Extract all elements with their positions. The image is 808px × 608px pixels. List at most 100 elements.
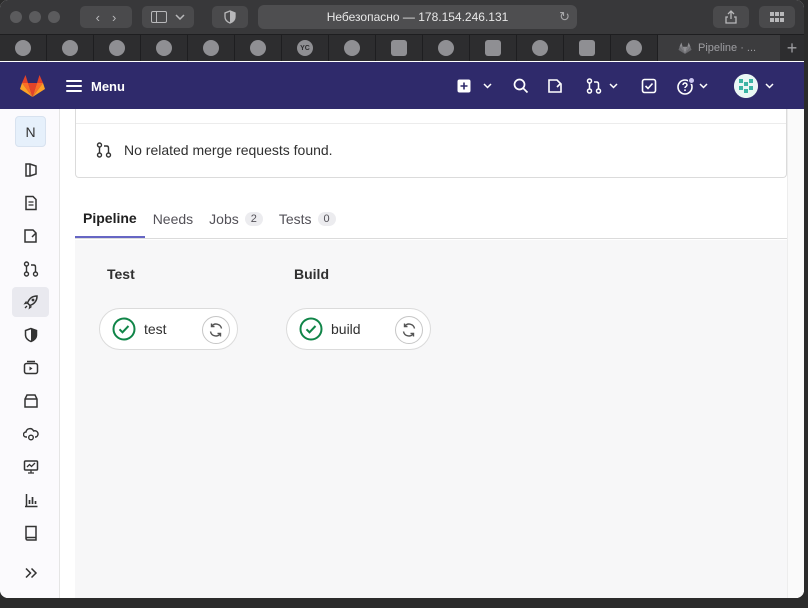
back-icon[interactable]: ‹: [96, 10, 100, 25]
tab-favicon[interactable]: [188, 35, 235, 61]
tab-bar: YC Pipeline · ... +: [0, 34, 804, 61]
project-overview-icon: [24, 163, 37, 177]
job-name: build: [331, 321, 361, 337]
sidebar-item-security[interactable]: [12, 320, 49, 350]
tab-favicon[interactable]: YC: [282, 35, 329, 61]
sidebar-item-wiki[interactable]: [12, 518, 49, 548]
status-success-icon: [112, 317, 136, 341]
tab-jobs[interactable]: Jobs 2: [201, 200, 271, 238]
tab-overview-button[interactable]: [759, 6, 795, 28]
repository-icon: [24, 195, 37, 211]
tab-favicon[interactable]: [376, 35, 423, 61]
gitlab-logo[interactable]: [20, 74, 45, 97]
tab-pipeline[interactable]: Pipeline: [75, 200, 145, 238]
rocket-icon: [22, 295, 38, 310]
jobs-count-badge: 2: [244, 212, 263, 226]
gitlab-icon: [678, 42, 692, 54]
sidebar-item-issues[interactable]: [12, 221, 49, 251]
tab-favicon[interactable]: [47, 35, 94, 61]
active-tab[interactable]: Pipeline · ...: [658, 35, 780, 61]
zoom-window-button[interactable]: [48, 11, 60, 23]
double-chevron-right-icon: [24, 567, 37, 579]
hub-icon: [15, 40, 31, 56]
close-window-button[interactable]: [10, 11, 22, 23]
project-sidebar: N: [0, 109, 60, 598]
job-test[interactable]: test: [99, 308, 238, 350]
tab-favicon[interactable]: [611, 35, 658, 61]
retry-job-button[interactable]: [395, 316, 423, 344]
new-tab-button[interactable]: +: [780, 35, 804, 61]
sidebar-item-packages[interactable]: [12, 386, 49, 416]
help-button[interactable]: [677, 76, 708, 96]
issues-icon: [548, 79, 562, 93]
user-avatar[interactable]: [734, 74, 758, 98]
issues-button[interactable]: [547, 76, 563, 96]
collapse-sidebar-button[interactable]: [12, 558, 49, 588]
tab-favicon[interactable]: [423, 35, 470, 61]
sidebar-item-deployments[interactable]: [12, 353, 49, 383]
address-bar[interactable]: Небезопасно — 178.154.246.131 ↻: [258, 5, 577, 29]
tab-needs[interactable]: Needs: [145, 200, 201, 238]
address-text: Небезопасно — 178.154.246.131: [326, 10, 509, 24]
help-icon: [677, 77, 695, 95]
related-mr-message: No related merge requests found.: [96, 142, 333, 158]
forward-icon[interactable]: ›: [112, 10, 116, 25]
chevron-down-icon[interactable]: [765, 83, 774, 89]
card-divider: [76, 123, 786, 124]
related-merge-requests-card: No related merge requests found.: [75, 109, 787, 178]
tab-favicon[interactable]: [94, 35, 141, 61]
tab-label: Jobs: [209, 211, 239, 227]
tab-label: Tests: [278, 211, 312, 227]
stage-title-build: Build: [294, 266, 329, 282]
share-button[interactable]: [713, 6, 749, 28]
tab-label: Needs: [152, 211, 194, 227]
project-avatar[interactable]: N: [15, 116, 46, 147]
tab-favicon[interactable]: [141, 35, 188, 61]
tab-favicon[interactable]: [564, 35, 611, 61]
menu-button[interactable]: Menu: [66, 76, 125, 96]
status-success-icon: [299, 317, 323, 341]
tab-favicon[interactable]: [235, 35, 282, 61]
merge-request-icon: [96, 142, 112, 158]
tab-favicon[interactable]: [329, 35, 376, 61]
minimize-window-button[interactable]: [29, 11, 41, 23]
tab-tests[interactable]: Tests 0: [271, 200, 344, 238]
sidebar-item-merge-requests[interactable]: [12, 254, 49, 284]
sidebar-item-monitor[interactable]: [12, 452, 49, 482]
retry-icon: [402, 323, 416, 337]
search-button[interactable]: [513, 76, 529, 96]
stack-icon: [485, 40, 501, 56]
job-build[interactable]: build: [286, 308, 431, 350]
github-icon: [250, 40, 266, 56]
todos-button[interactable]: [641, 76, 657, 96]
reload-icon[interactable]: ↻: [559, 9, 570, 25]
retry-job-button[interactable]: [202, 316, 230, 344]
tab-label: Pipeline: [83, 210, 137, 226]
back-forward-buttons[interactable]: ‹ ›: [80, 6, 132, 28]
tab-favicon[interactable]: [0, 35, 47, 61]
hub-icon: [344, 40, 360, 56]
sidebar-item-project[interactable]: [12, 155, 49, 185]
search-icon: [513, 78, 529, 94]
related-mr-text: No related merge requests found.: [124, 142, 333, 158]
package-icon: [23, 394, 38, 408]
chevron-down-icon: [609, 83, 618, 89]
sidebar-item-repository[interactable]: [12, 188, 49, 218]
merge-requests-button[interactable]: [586, 76, 618, 96]
sidebar-toggle-button[interactable]: [142, 6, 194, 28]
sidebar-item-analytics[interactable]: [12, 485, 49, 515]
sidebar-item-infrastructure[interactable]: [12, 419, 49, 449]
tab-favicon[interactable]: [517, 35, 564, 61]
tab-favicon[interactable]: [470, 35, 517, 61]
todo-icon: [641, 78, 657, 94]
privacy-report-button[interactable]: [212, 6, 248, 28]
analytics-icon: [24, 494, 37, 508]
retry-icon: [209, 323, 223, 337]
sidebar-item-ci-cd[interactable]: [12, 287, 49, 317]
page-scrollbar[interactable]: [787, 109, 804, 598]
new-dropdown-button[interactable]: [457, 76, 492, 96]
monitor-icon: [23, 460, 38, 474]
loader-icon: [626, 40, 642, 56]
chevron-down-icon: [175, 14, 185, 20]
issues-icon: [23, 229, 37, 243]
